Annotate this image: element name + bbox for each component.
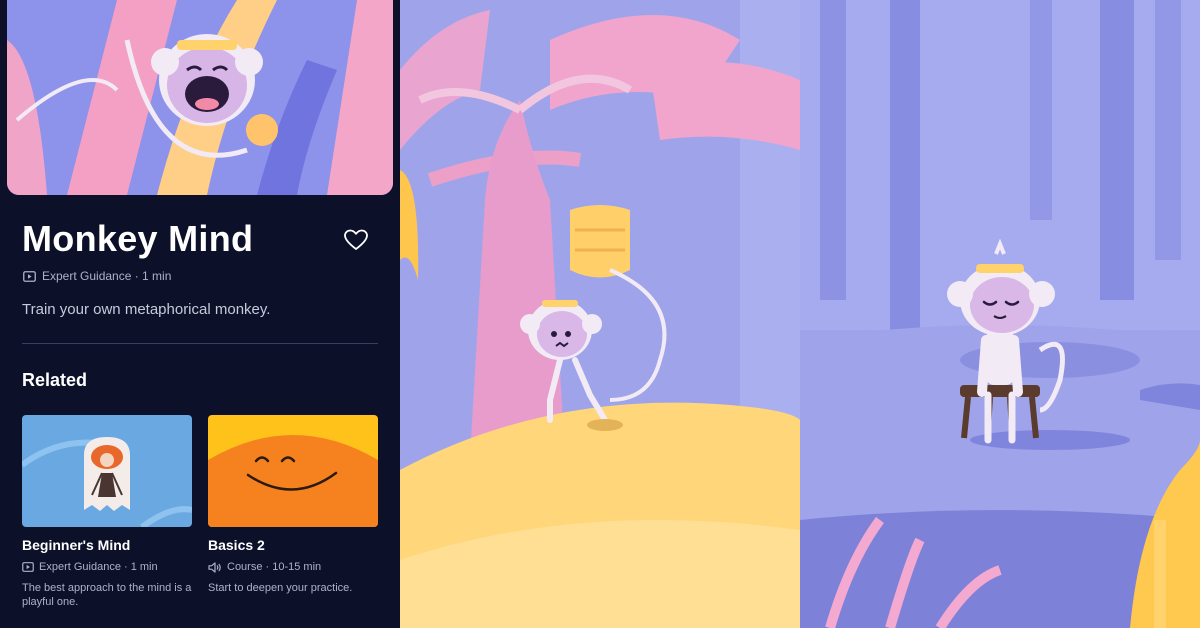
card-meta: Expert Guidance · 1 min: [22, 561, 158, 573]
card-title: Basics 2: [208, 537, 265, 553]
scene-monkey-on-hill: [400, 0, 800, 628]
card-description: The best approach to the mind is a playf…: [22, 582, 192, 608]
card-meta: Course · 10-15 min: [208, 561, 321, 573]
video-icon: [22, 562, 34, 572]
section-divider: [22, 343, 378, 344]
basics-2-illustration: [208, 415, 378, 527]
content-description: Train your own metaphorical monkey.: [22, 301, 271, 318]
page-title: Monkey Mind: [22, 218, 254, 259]
beginners-mind-illustration: [22, 415, 192, 527]
detail-panel: Monkey Mind Expert Guidance · 1 min Trai…: [0, 0, 400, 628]
monkey-hero-illustration: [7, 0, 393, 195]
favorite-button[interactable]: [344, 229, 368, 251]
heart-icon: [344, 229, 368, 250]
card-thumbnail: [208, 415, 378, 527]
card-meta-text: Course · 10-15 min: [227, 561, 322, 573]
meditating-monkey-illustration: [800, 0, 1200, 628]
related-card-beginners-mind[interactable]: Beginner's Mind Expert Guidance · 1 min …: [22, 415, 192, 608]
content-meta: Expert Guidance · 1 min: [23, 269, 171, 283]
card-meta-text: Expert Guidance · 1 min: [39, 561, 158, 573]
related-card-basics-2[interactable]: Basics 2 Course · 10-15 min Start to dee…: [208, 415, 378, 594]
content-meta-text: Expert Guidance · 1 min: [42, 269, 172, 283]
card-title: Beginner's Mind: [22, 537, 131, 553]
speaker-icon: [208, 561, 221, 573]
card-description: Start to deepen your practice.: [208, 582, 353, 594]
related-heading: Related: [22, 370, 88, 390]
hero-artwork: [7, 0, 393, 195]
scene-meditating-monkey: [800, 0, 1200, 628]
video-icon: [23, 270, 36, 282]
monkey-hill-illustration: [400, 0, 800, 628]
card-thumbnail: [22, 415, 192, 527]
